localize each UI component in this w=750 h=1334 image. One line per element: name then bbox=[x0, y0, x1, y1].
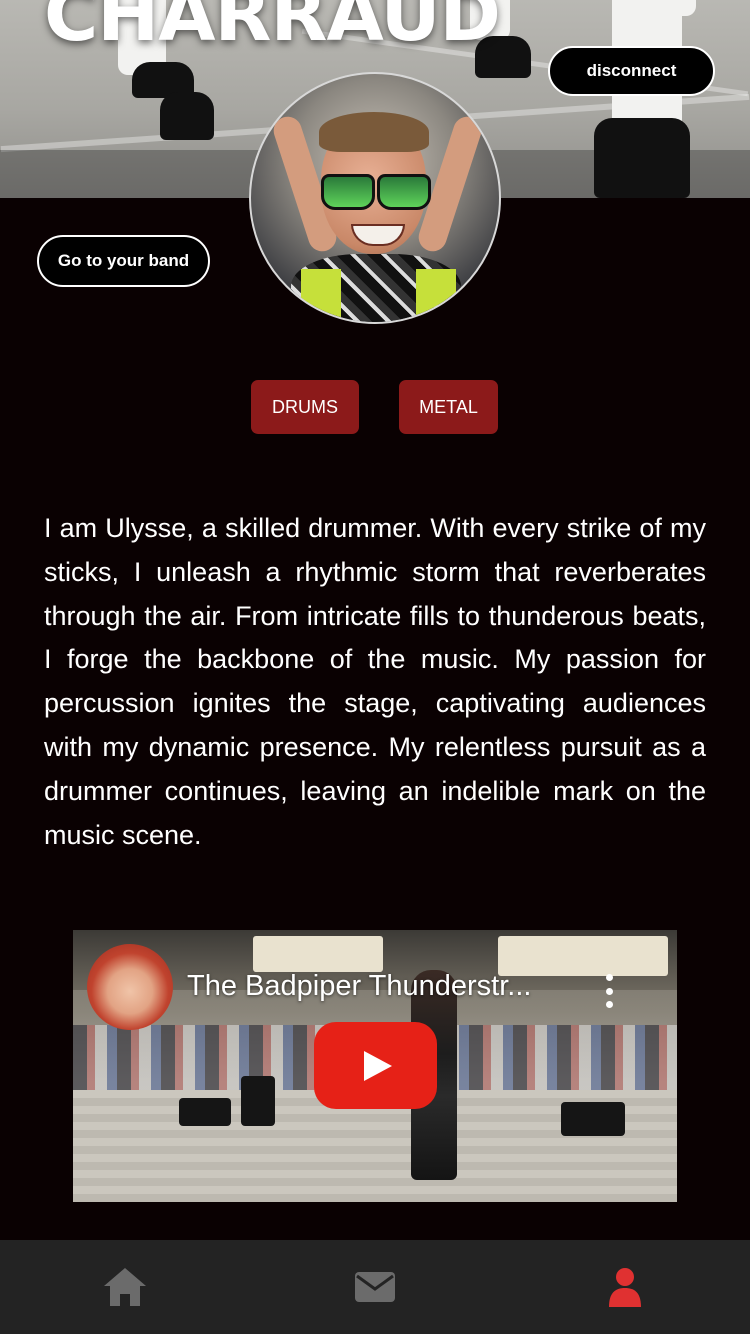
profile-name: CHARRAUD bbox=[44, 0, 501, 58]
more-options-icon[interactable] bbox=[605, 974, 613, 1008]
channel-avatar[interactable] bbox=[87, 944, 173, 1030]
profile-avatar bbox=[249, 72, 501, 324]
disconnect-button[interactable]: disconnect bbox=[548, 46, 715, 96]
tag-drums[interactable]: DRUMS bbox=[251, 380, 359, 434]
nav-home[interactable] bbox=[0, 1240, 250, 1334]
profile-bio: I am Ulysse, a skilled drummer. With eve… bbox=[44, 513, 706, 850]
tag-metal[interactable]: METAL bbox=[399, 380, 498, 434]
user-icon bbox=[609, 1268, 641, 1307]
go-to-band-button[interactable]: Go to your band bbox=[37, 235, 210, 287]
home-icon bbox=[104, 1268, 146, 1306]
play-button[interactable] bbox=[314, 1022, 437, 1109]
nav-profile[interactable] bbox=[500, 1240, 750, 1334]
video-title[interactable]: The Badpiper Thunderstr... bbox=[187, 970, 531, 1003]
video-embed[interactable]: The Badpiper Thunderstr... bbox=[73, 930, 677, 1202]
mail-icon bbox=[355, 1272, 395, 1302]
play-icon bbox=[363, 1050, 392, 1081]
bottom-nav bbox=[0, 1240, 750, 1334]
nav-messages[interactable] bbox=[250, 1240, 500, 1334]
